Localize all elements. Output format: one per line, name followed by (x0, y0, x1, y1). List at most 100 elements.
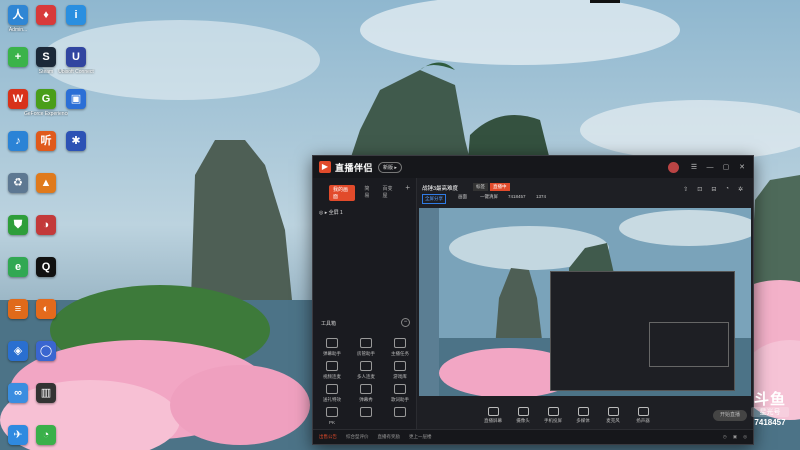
menu-icon[interactable]: ☰ (689, 163, 699, 171)
watermark-room: 7418457 (754, 418, 786, 427)
copy-icon[interactable]: ⊟ (711, 186, 716, 193)
tool-download[interactable] (349, 407, 383, 420)
tab-simple[interactable]: 简易 (364, 185, 373, 201)
desktop-app-icon: 听 (36, 131, 56, 151)
camera-button[interactable]: 摄像头 (508, 406, 538, 424)
desktop-icon[interactable]: ◑ (24, 215, 68, 237)
room-actions: ⇧ ⊡ ⊟ ◔ ✲ (683, 186, 743, 193)
desktop-app-icon: G (36, 89, 56, 109)
app-title: 直播伴侣 (335, 162, 374, 173)
desktop-icon[interactable]: i (54, 5, 98, 27)
watermark-sub: 星光号 (751, 407, 789, 417)
desktop-icon[interactable]: ◐ (24, 299, 68, 321)
room-id: 7418457 (508, 194, 526, 199)
desktop-icon[interactable]: ✱ (54, 131, 98, 153)
desktop-app-icon: i (66, 5, 86, 25)
source-buttons: 直播屏幕 摄像头 手机投屏 多媒体 麦克风 扬声器 (478, 406, 658, 424)
chip-screen[interactable]: 画面 (458, 194, 467, 200)
tool-task[interactable]: 主播任务 (383, 338, 417, 357)
version-badge[interactable]: 新版 ▸ (378, 161, 402, 173)
toolbox-collapse-icon[interactable]: − (401, 318, 410, 327)
douyu-watermark: 斗鱼 星光号 7418457 (745, 392, 795, 427)
speaker-icon (637, 406, 649, 416)
scene-tabs: 我的画面 简易 百变屋 + (313, 178, 416, 201)
tool-multi-call[interactable]: 多人连麦 (349, 361, 383, 380)
status-item-1[interactable]: 综合型评价 (346, 434, 369, 440)
desktop-icon[interactable]: U Ubisoft Connect (54, 47, 98, 75)
tool-chat[interactable]: 弹幕助手 (315, 338, 349, 357)
clock-icon[interactable]: ◷ (723, 434, 727, 440)
screen-button[interactable]: 直播屏幕 (478, 406, 508, 424)
tab-my-screen[interactable]: 我的画面 (329, 185, 356, 201)
desktop-app-icon: ▲ (36, 173, 56, 193)
room-title[interactable]: 战锤3最高难度 (422, 184, 458, 192)
chip-clear[interactable]: 一键清屏 (480, 194, 498, 200)
close-icon[interactable]: ✕ (737, 163, 747, 171)
desktop-icon-label: GeForce Experience (24, 111, 68, 117)
tool-admin[interactable]: 房管助手 (349, 338, 383, 357)
desktop-app-icon: ♦ (36, 5, 56, 25)
minimize-icon[interactable]: — (705, 164, 715, 171)
status-item-3[interactable]: 更上一层楼 (409, 434, 432, 440)
tool-label: 视频连麦 (323, 374, 341, 379)
preview-panel: 战锤3最高难度 标签 直播中 全屏分享 画面 一键清屏 7418457 1374… (418, 178, 753, 430)
tool-label: 歌词助手 (391, 397, 409, 402)
control-label: 麦克风 (606, 417, 620, 423)
control-label: 直播屏幕 (484, 417, 502, 423)
media-icon (577, 406, 589, 416)
tool-label: 房管助手 (357, 351, 375, 356)
desktop-icon[interactable]: Q (24, 257, 68, 279)
status-item-0[interactable]: 出售公告 (319, 434, 337, 440)
pk-icon (326, 407, 338, 417)
status-item-2[interactable]: 直播有奖励 (378, 434, 401, 440)
share-icon[interactable]: ⇧ (683, 186, 688, 193)
tool-warning[interactable] (383, 407, 417, 420)
tool-label: 主播任务 (391, 351, 409, 356)
record-icon[interactable]: ◎ (743, 434, 747, 440)
chip-fullscreen-share[interactable]: 全屏分享 (422, 194, 446, 204)
tool-gift[interactable]: 送礼特效 (315, 384, 349, 403)
settings-icon[interactable]: ✲ (738, 186, 743, 193)
tool-pk[interactable]: PK (315, 407, 349, 425)
control-label: 多媒体 (576, 417, 590, 423)
desktop-icon[interactable]: ▲ (24, 173, 68, 195)
desktop-icon[interactable]: ◯ (24, 341, 68, 363)
maximize-icon[interactable]: ▢ (721, 163, 731, 171)
tab-room[interactable]: 百变屋 (383, 185, 397, 201)
phone-button[interactable]: 手机投屏 (538, 406, 568, 424)
desktop-app-icon: ◐ (36, 299, 56, 319)
status-right: ◷ ▣ ◎ (723, 434, 747, 440)
status-bar: 出售公告 综合型评价 直播有奖励 更上一层楼 ◷ ▣ ◎ (313, 429, 753, 444)
user-avatar[interactable] (668, 161, 679, 173)
desktop-icon[interactable]: ◔ (24, 425, 68, 447)
live-status-badge: 直播中 (490, 183, 510, 191)
desktop-icon[interactable]: ▣ (54, 89, 98, 111)
desktop-app-icon: U (66, 47, 86, 67)
scene-item-label: ◎ ▸ 全屏 1 (319, 210, 343, 216)
start-live-button[interactable]: 开始直播 (713, 409, 747, 421)
video-call-icon (326, 361, 338, 371)
app-titlebar[interactable]: ▶ 直播伴侣 新版 ▸ ☰ — ▢ ✕ (313, 156, 753, 178)
desktop-icon[interactable]: ▥ (24, 383, 68, 405)
tool-game[interactable]: 游戏库 (383, 361, 417, 380)
desktop-app-icon: ◑ (36, 215, 56, 235)
nested-preview-window-inner (649, 322, 729, 367)
media-button[interactable]: 多媒体 (568, 406, 598, 424)
live-streaming-app-window[interactable]: ▶ 直播伴侣 新版 ▸ ☰ — ▢ ✕ 我的画面 简易 百变屋 + ◎ ▸ 全屏… (312, 155, 754, 445)
mic-button[interactable]: 麦克风 (598, 406, 628, 424)
speaker-button[interactable]: 扬声器 (628, 406, 658, 424)
screen-icon[interactable]: ▣ (733, 434, 737, 440)
tool-danmaku[interactable]: 弹幕秀 (349, 384, 383, 403)
tool-lyrics[interactable]: 歌词助手 (383, 384, 417, 403)
lyrics-icon (394, 384, 406, 394)
control-label: 扬声器 (636, 417, 650, 423)
scene-panel: 我的画面 简易 百变屋 + ◎ ▸ 全屏 1 工具箱 − 弹幕助手 房管助手 主播任… (313, 178, 417, 430)
room-tag[interactable]: 标签 (473, 183, 488, 191)
scene-item[interactable]: ◎ ▸ 全屏 1 (319, 209, 416, 216)
lock-icon[interactable]: ⊡ (697, 186, 702, 193)
bell-icon[interactable]: ◔ (725, 186, 729, 193)
add-scene-button[interactable]: + (405, 184, 410, 201)
stream-preview[interactable] (419, 208, 751, 396)
desktop-icon-label: Ubisoft Connect (58, 69, 94, 75)
tool-video-call[interactable]: 视频连麦 (315, 361, 349, 380)
